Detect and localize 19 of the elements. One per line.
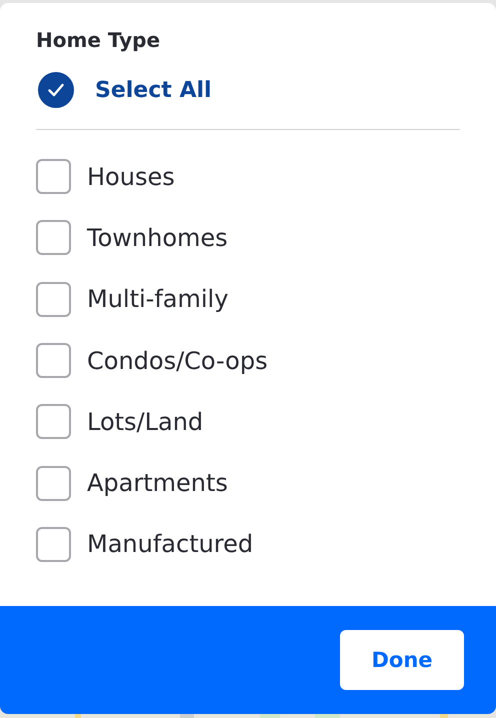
option-label[interactable]: Apartments: [87, 469, 228, 498]
option-label[interactable]: Lots/Land: [87, 408, 204, 436]
section-title: Home Type: [36, 27, 162, 53]
select-all-checkbox[interactable]: [38, 72, 74, 108]
checkmark-icon: [48, 83, 64, 97]
done-button[interactable]: Done: [340, 630, 464, 690]
checkbox[interactable]: [36, 404, 71, 440]
option-label[interactable]: Multi-family: [87, 285, 228, 314]
checkbox[interactable]: [36, 220, 71, 256]
checkbox[interactable]: [36, 343, 71, 378]
checkbox[interactable]: [36, 282, 71, 317]
option-label[interactable]: Townhomes: [87, 224, 228, 252]
option-label[interactable]: Condos/Co-ops: [87, 346, 268, 375]
select-all-label[interactable]: Select All: [95, 78, 212, 102]
checkbox[interactable]: [36, 466, 71, 501]
checkbox[interactable]: [36, 526, 71, 562]
option-label[interactable]: Manufactured: [87, 530, 254, 558]
checkbox[interactable]: [36, 159, 71, 194]
option-label[interactable]: Houses: [87, 162, 175, 191]
